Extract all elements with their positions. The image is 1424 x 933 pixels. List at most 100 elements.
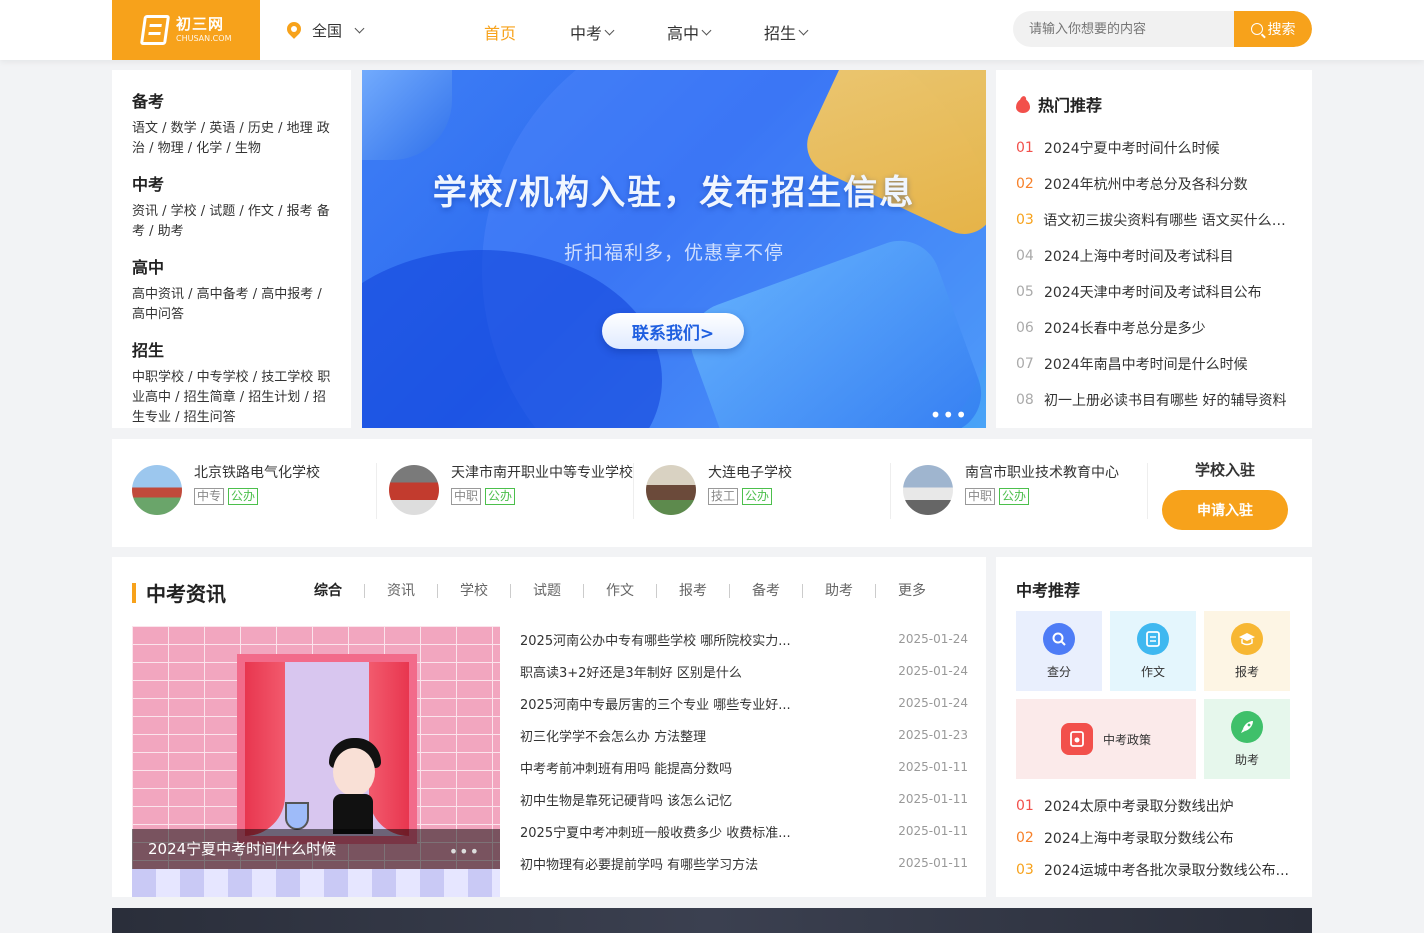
nav-zhongkao[interactable]: 中考 (570, 20, 615, 44)
list-item[interactable]: 2025河南公办中专有哪些学校 哪所院校实力... 2025-01-24 (520, 623, 968, 655)
category-beikao: 备考 语文 / 数学 / 英语 / 历史 / 地理 政治 / 物理 / 化学 /… (132, 88, 331, 159)
hero-banner[interactable]: 学校/机构入驻，发布招生信息 折扣福利多，优惠享不停 联系我们> ••• (362, 70, 986, 428)
card-chafen[interactable]: 查分 (1016, 611, 1102, 691)
fire-icon (1016, 96, 1030, 113)
nav-gaozhong[interactable]: 高中 (667, 20, 712, 44)
category-links[interactable]: 语文 / 数学 / 英语 / 历史 / 地理 政治 / 物理 / 化学 / 生物 (132, 119, 331, 159)
tab-shiti[interactable]: 试题 (510, 584, 583, 598)
school-card[interactable]: 大连电子学校 技工 公办 (646, 465, 891, 523)
site-logo[interactable]: 初三网 CHUSAN.COM (112, 0, 260, 60)
hot-item[interactable]: 03 语文初三拔尖资料有哪些 语文买什么刷... (1016, 202, 1292, 238)
nav-home[interactable]: 首页 (484, 20, 516, 44)
location-selector[interactable]: 全国 (286, 20, 365, 41)
school-ownership-tag: 公办 (485, 488, 516, 505)
hot-item[interactable]: 04 2024上海中考时间及考试科目 (1016, 238, 1292, 274)
search-icon (1043, 622, 1075, 655)
location-label: 全国 (312, 22, 343, 40)
card-label: 助考 (1234, 752, 1259, 767)
divider (633, 463, 634, 519)
school-photo (903, 465, 953, 515)
hot-item[interactable]: 06 2024长春中考总分是多少 (1016, 310, 1292, 346)
category-links[interactable]: 资讯 / 学校 / 试题 / 作文 / 报考 备考 / 助考 (132, 202, 331, 242)
tab-xuexiao[interactable]: 学校 (437, 584, 510, 598)
list-item[interactable]: 初中物理有必要提前学吗 有哪些学习方法 2025-01-11 (520, 847, 968, 879)
tab-more[interactable]: 更多 (875, 584, 926, 598)
school-name: 天津市南开职业中等专业学校 (451, 465, 633, 481)
card-zuowen[interactable]: 作文 (1110, 611, 1196, 691)
school-name: 大连电子学校 (708, 465, 792, 481)
category-zhongkao: 中考 资讯 / 学校 / 试题 / 作文 / 报考 备考 / 助考 (132, 171, 331, 242)
school-join: 学校入驻 申请入驻 (1162, 459, 1288, 530)
search-button-label: 搜索 (1267, 22, 1296, 38)
hot-item[interactable]: 01 2024宁夏中考时间什么时候 (1016, 130, 1292, 166)
category-links[interactable]: 中职学校 / 中专学校 / 技工学校 职业高中 / 招生简章 / 招生计划 / … (132, 368, 331, 428)
list-item[interactable]: 02 2024上海中考录取分数线公布 (1016, 822, 1292, 854)
list-item[interactable]: 2025河南中专最厉害的三个专业 哪些专业好... 2025-01-24 (520, 687, 968, 719)
school-card[interactable]: 天津市南开职业中等专业学校 中职 公办 (389, 465, 634, 523)
category-zhaosheng: 招生 中职学校 / 中专学校 / 技工学校 职业高中 / 招生简章 / 招生计划… (132, 337, 331, 428)
category-gaozhong: 高中 高中资讯 / 高中备考 / 高中报考 / 高中问答 (132, 254, 331, 325)
zhongkao-recommend-panel: 中考推荐 查分 作文 报考 中考政策 助考 01 2024太原中考录取分数线出炉 … (996, 557, 1312, 897)
next-section-banner (112, 908, 1312, 933)
search-input[interactable] (1013, 11, 1233, 47)
carousel-dots[interactable]: ••• (930, 405, 968, 425)
category-title[interactable]: 中考 (132, 171, 331, 195)
banner-decoration (362, 70, 452, 160)
illustration-window (237, 654, 417, 844)
logo-domain: CHUSAN.COM (176, 34, 232, 43)
category-title[interactable]: 招生 (132, 337, 331, 361)
featured-caption[interactable]: 2024宁夏中考时间什么时候 (132, 829, 500, 869)
search-button[interactable]: 搜索 (1234, 11, 1312, 47)
list-item[interactable]: 中考考前冲刺班有用吗 能提高分数吗 2025-01-11 (520, 751, 968, 783)
list-item[interactable]: 职高读3+2好还是3年制好 区别是什么 2025-01-24 (520, 655, 968, 687)
main-nav: 首页 中考 高中 招生 (484, 20, 861, 44)
hot-item[interactable]: 07 2024年南昌中考时间是什么时候 (1016, 346, 1292, 382)
school-name: 北京铁路电气化学校 (194, 465, 320, 481)
hot-item[interactable]: 05 2024天津中考时间及考试科目公布 (1016, 274, 1292, 310)
school-card[interactable]: 南宫市职业技术教育中心 中职 公办 (903, 465, 1148, 523)
location-pin-icon (286, 22, 302, 40)
category-title[interactable]: 备考 (132, 88, 331, 112)
news-list: 2025河南公办中专有哪些学校 哪所院校实力... 2025-01-24 职高读3… (520, 623, 968, 879)
tab-baokao[interactable]: 报考 (656, 584, 729, 598)
category-title[interactable]: 高中 (132, 254, 331, 278)
school-ownership-tag: 公办 (228, 488, 259, 505)
list-item[interactable]: 03 2024运城中考各批次录取分数线公布... (1016, 854, 1292, 886)
apply-join-button[interactable]: 申请入驻 (1162, 490, 1288, 530)
hot-recommend-panel: 热门推荐 01 2024宁夏中考时间什么时候 02 2024年杭州中考总分及各科分数… (996, 70, 1312, 428)
card-zhongkao-policy[interactable]: 中考政策 (1016, 699, 1196, 779)
chevron-down-icon (701, 25, 712, 35)
card-label: 查分 (1046, 664, 1071, 679)
tab-beikao[interactable]: 备考 (729, 584, 802, 598)
hot-recommend-header: 热门推荐 (1016, 92, 1292, 116)
tab-zhukao[interactable]: 助考 (802, 584, 875, 598)
category-links[interactable]: 高中资讯 / 高中备考 / 高中报考 / 高中问答 (132, 285, 331, 325)
tab-zuowen[interactable]: 作文 (583, 584, 656, 598)
category-panel: 备考 语文 / 数学 / 英语 / 历史 / 地理 政治 / 物理 / 化学 /… (112, 70, 351, 428)
school-photo (646, 465, 696, 515)
zhongkao-news-section: 中考资讯 综合 资讯 学校 试题 作文 报考 备考 助考 更多 2024宁夏中考… (112, 557, 986, 897)
site-header: 初三网 CHUSAN.COM 全国 首页 中考 高中 招生 搜索 (0, 0, 1424, 60)
tab-zonghe[interactable]: 综合 (314, 584, 364, 598)
hot-item[interactable]: 02 2024年杭州中考总分及各科分数 (1016, 166, 1292, 202)
list-item[interactable]: 初中生物是靠死记硬背吗 该怎么记忆 2025-01-11 (520, 783, 968, 815)
list-item[interactable]: 2025宁夏中考冲刺班一般收费多少 收费标准... 2025-01-11 (520, 815, 968, 847)
school-card[interactable]: 北京铁路电气化学校 中专 公办 (132, 465, 377, 523)
list-item[interactable]: 01 2024太原中考录取分数线出炉 (1016, 790, 1292, 822)
news-featured-image[interactable]: 2024宁夏中考时间什么时候 ••• (132, 626, 500, 897)
hot-item[interactable]: 08 初一上册必读书目有哪些 好的辅导资料 (1016, 382, 1292, 418)
school-type-tag: 技工 (708, 488, 739, 505)
nav-zhaosheng[interactable]: 招生 (764, 20, 809, 44)
tab-zixun[interactable]: 资讯 (364, 584, 437, 598)
carousel-dots[interactable]: ••• (449, 842, 480, 861)
school-type-tag: 中职 (965, 488, 996, 505)
banner-subtitle: 折扣福利多，优惠享不停 (563, 242, 784, 264)
card-label: 作文 (1140, 664, 1165, 679)
card-baokao[interactable]: 报考 (1204, 611, 1290, 691)
card-zhukao[interactable]: 助考 (1204, 699, 1290, 779)
contact-us-button[interactable]: 联系我们> (602, 313, 744, 349)
card-label: 中考政策 (1102, 732, 1151, 747)
list-item[interactable]: 初三化学学不会怎么办 方法整理 2025-01-23 (520, 719, 968, 751)
chevron-down-icon (798, 25, 809, 35)
divider (376, 463, 377, 519)
